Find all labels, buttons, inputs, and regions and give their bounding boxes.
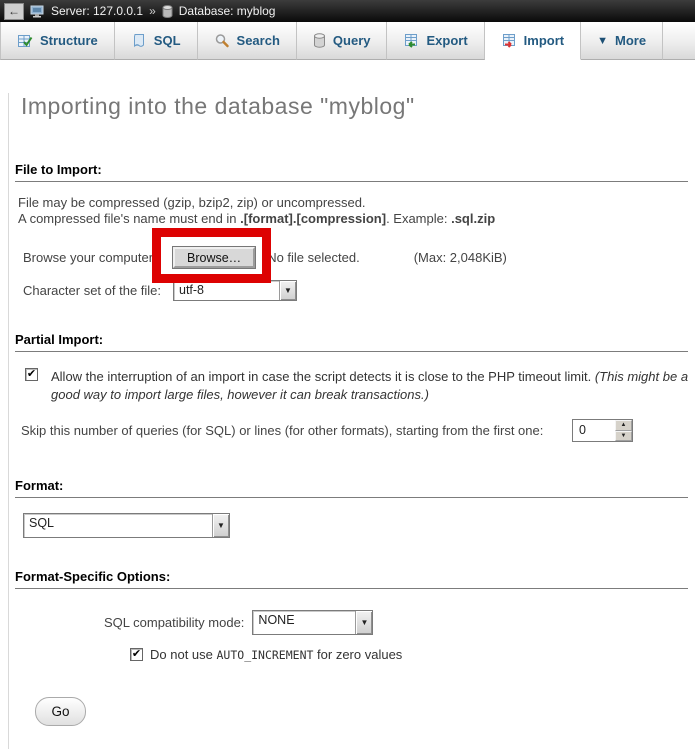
- query-icon: [313, 33, 326, 48]
- auto-increment-row: ✔ Do not use AUTO_INCREMENT for zero val…: [130, 647, 690, 662]
- server-icon: [30, 5, 45, 18]
- browse-row: Browse your computer: Browse… No file se…: [23, 246, 690, 268]
- go-button[interactable]: Go: [35, 697, 86, 726]
- skip-queries-value: 0: [573, 420, 615, 441]
- autoinc-prefix: Do not use: [150, 647, 217, 662]
- sql-compatibility-row: SQL compatibility mode: NONE ▼: [104, 610, 690, 635]
- tab-more[interactable]: ▼ More: [581, 22, 663, 60]
- auto-increment-checkbox[interactable]: ✔: [130, 648, 143, 661]
- sql-icon: [131, 33, 147, 49]
- format-select[interactable]: SQL ▼: [23, 513, 230, 538]
- section-file-to-import: File to Import: File may be compressed (…: [15, 162, 690, 301]
- tab-label: Search: [237, 33, 280, 48]
- section-heading-format: Format:: [15, 478, 688, 498]
- browse-button[interactable]: Browse…: [173, 247, 255, 268]
- chevron-down-icon: ▼: [597, 35, 608, 47]
- auto-increment-label: Do not use AUTO_INCREMENT for zero value…: [150, 647, 402, 662]
- sql-compatibility-label: SQL compatibility mode:: [104, 615, 244, 630]
- section-heading-format-options: Format-Specific Options:: [15, 569, 688, 589]
- info-line2-mid: . Example:: [386, 211, 451, 226]
- tab-sql[interactable]: SQL: [115, 22, 198, 60]
- file-compress-info: File may be compressed (gzip, bzip2, zip…: [18, 195, 690, 227]
- page-title: Importing into the database "myblog": [21, 93, 695, 120]
- tab-label: Query: [333, 33, 371, 48]
- spin-down-icon[interactable]: ▼: [615, 431, 632, 442]
- tab-label: Structure: [40, 33, 98, 48]
- back-button[interactable]: ←: [4, 3, 24, 20]
- info-line2-prefix: A compressed file's name must end in: [18, 211, 240, 226]
- tab-bar: Structure SQL Search Query: [0, 22, 695, 60]
- format-value: SQL: [24, 514, 212, 537]
- allow-interruption-checkbox[interactable]: ✔: [25, 368, 38, 381]
- tab-label: More: [615, 33, 646, 48]
- chevron-down-icon[interactable]: ▼: [355, 611, 372, 634]
- breadcrumb-server[interactable]: Server: 127.0.0.1: [51, 4, 143, 18]
- info-line1: File may be compressed (gzip, bzip2, zip…: [18, 195, 366, 210]
- spinner-buttons: ▲ ▼: [615, 420, 632, 441]
- max-size-text: (Max: 2,048KiB): [414, 250, 507, 265]
- charset-label: Character set of the file:: [23, 283, 173, 298]
- structure-icon: [17, 33, 33, 49]
- tab-label: Export: [426, 33, 467, 48]
- top-breadcrumb-bar: ← Server: 127.0.0.1 » Database: myblog: [0, 0, 695, 22]
- no-file-selected-text: No file selected.: [267, 250, 360, 265]
- info-sqlzip-example: .sql.zip: [451, 211, 495, 226]
- section-format-options: Format-Specific Options: SQL compatibili…: [15, 569, 690, 662]
- database-icon: [162, 5, 173, 18]
- skip-queries-row: Skip this number of queries (for SQL) or…: [21, 419, 690, 442]
- import-icon: [501, 33, 517, 49]
- charset-select[interactable]: utf-8 ▼: [173, 280, 297, 301]
- section-heading-partial: Partial Import:: [15, 332, 688, 352]
- section-partial-import: Partial Import: ✔ Allow the interruption…: [15, 332, 690, 442]
- allow-interruption-row: ✔ Allow the interruption of an import in…: [25, 368, 690, 404]
- autoinc-suffix: for zero values: [313, 647, 402, 662]
- main-content: Importing into the database "myblog" Fil…: [8, 93, 695, 749]
- export-icon: [403, 33, 419, 49]
- skip-queries-input[interactable]: 0 ▲ ▼: [572, 419, 633, 442]
- sql-compatibility-value: NONE: [253, 611, 355, 634]
- section-format: Format: SQL ▼: [15, 478, 690, 538]
- search-icon: [214, 33, 230, 49]
- skip-queries-label: Skip this number of queries (for SQL) or…: [21, 423, 561, 438]
- chevron-down-icon[interactable]: ▼: [279, 281, 296, 300]
- allow-interruption-label: Allow the interruption of an import in c…: [51, 368, 690, 404]
- chevron-down-icon[interactable]: ▼: [212, 514, 229, 537]
- allow-text-main: Allow the interruption of an import in c…: [51, 369, 595, 384]
- tab-search[interactable]: Search: [198, 22, 297, 60]
- tabbar-filler: [663, 22, 695, 60]
- tab-query[interactable]: Query: [297, 22, 388, 60]
- tab-label: Import: [524, 33, 564, 48]
- tab-import[interactable]: Import: [485, 22, 581, 60]
- breadcrumb-separator: »: [149, 4, 156, 18]
- tab-structure[interactable]: Structure: [0, 22, 115, 60]
- charset-value: utf-8: [174, 281, 279, 300]
- sql-compatibility-select[interactable]: NONE ▼: [252, 610, 373, 635]
- spin-up-icon[interactable]: ▲: [615, 420, 632, 431]
- tab-label: SQL: [154, 33, 181, 48]
- info-format-compression: .[format].[compression]: [240, 211, 386, 226]
- charset-row: Character set of the file: utf-8 ▼: [23, 279, 690, 301]
- section-heading-file: File to Import:: [15, 162, 688, 182]
- tab-export[interactable]: Export: [387, 22, 484, 60]
- autoinc-code: AUTO_INCREMENT: [217, 648, 314, 662]
- browse-label: Browse your computer:: [23, 250, 173, 265]
- breadcrumb-database[interactable]: Database: myblog: [179, 4, 276, 18]
